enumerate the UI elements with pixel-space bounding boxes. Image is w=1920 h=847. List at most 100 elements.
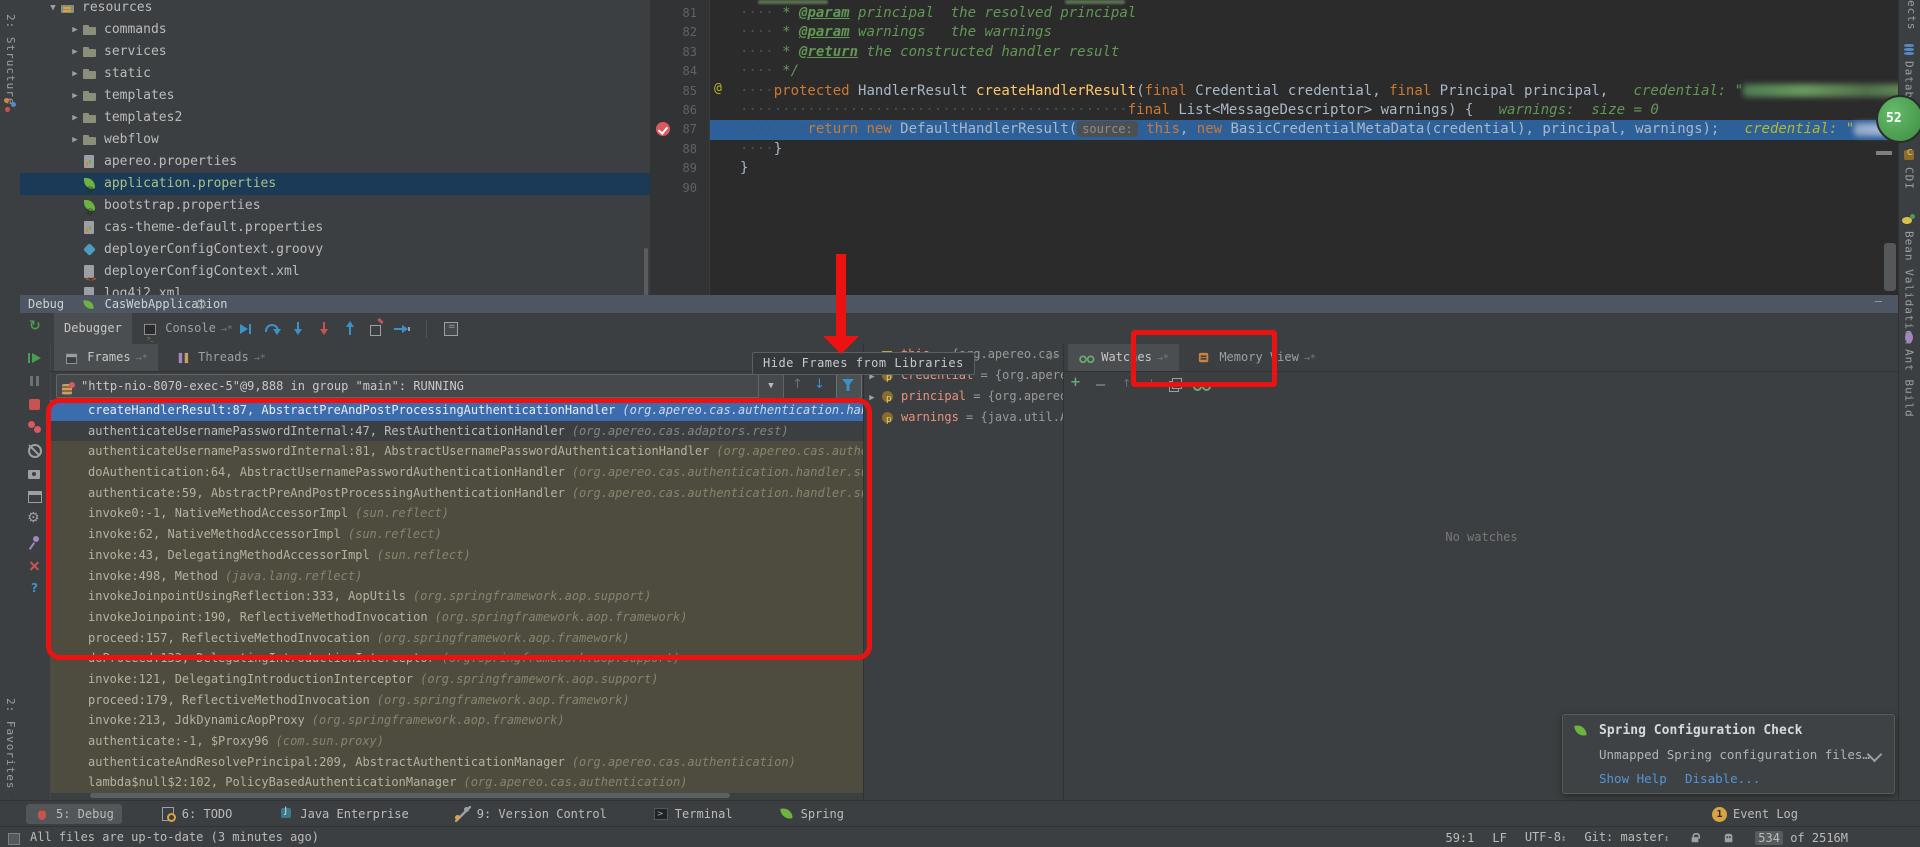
tree-scrollbar[interactable] [644, 248, 648, 296]
tree-expand-icon[interactable]: ▶ [68, 41, 82, 63]
tree-item-webflow[interactable]: ▶webflow [20, 129, 650, 151]
tab-threads[interactable]: Threads [165, 344, 276, 371]
toolwindow-button-5-debug[interactable]: 5: Debug [26, 804, 122, 824]
hector-icon[interactable] [1722, 831, 1736, 845]
view-breakpoints-icon[interactable] [27, 420, 43, 436]
step-into-icon[interactable] [290, 321, 306, 337]
git-branch[interactable]: Git: master↕ [1584, 827, 1669, 847]
show-help-link[interactable]: Show Help [1599, 771, 1667, 786]
tree-expand-icon[interactable]: ▶ [68, 107, 82, 129]
structure-toolwindow-button[interactable]: 2: Structure [4, 14, 17, 105]
step-over-icon[interactable] [264, 321, 280, 337]
frame-row[interactable]: invokeJoinpointUsingReflection:333, AopU… [50, 586, 863, 607]
run-to-cursor-icon[interactable] [394, 321, 410, 337]
toolwindow-toggle-icon[interactable] [6, 831, 22, 847]
variable-row-warnings[interactable]: warnings = {java.util.A [864, 407, 1064, 428]
frame-row[interactable]: invoke:43, DelegatingMethodAccessorImpl(… [50, 545, 863, 566]
duplicate-icon[interactable] [1168, 377, 1184, 393]
toolwindow-button-9-version-control[interactable]: 9: Version Control [447, 804, 615, 824]
variable-row-principal[interactable]: ▶principal = {org.apereo [864, 386, 1064, 407]
tree-item-bootstrap.properties[interactable]: bootstrap.properties [20, 195, 650, 217]
drop-frame-icon[interactable] [368, 321, 384, 337]
project-tree[interactable]: ▼resources▶commands▶services▶static▶temp… [20, 0, 650, 295]
add-watch-icon[interactable] [1068, 377, 1084, 393]
close-icon[interactable] [27, 558, 43, 574]
tree-item-apereo.properties[interactable]: apereo.properties [20, 151, 650, 173]
settings-icon[interactable] [27, 512, 43, 528]
lock-icon[interactable] [1688, 831, 1702, 845]
previous-frame-icon[interactable]: ↑ [792, 377, 803, 392]
tree-item-application.properties[interactable]: application.properties [20, 173, 650, 195]
tree-expand-icon[interactable]: ▶ [68, 85, 82, 107]
frames-horizontal-scrollbar[interactable] [90, 793, 730, 798]
rerun-icon[interactable] [28, 320, 44, 336]
hide-panel-icon[interactable]: — [1875, 292, 1882, 310]
tree-item-deployerConfigContext.groovy[interactable]: deployerConfigContext.groovy [20, 239, 650, 261]
remove-watch-icon[interactable] [1093, 377, 1109, 393]
tree-item-services[interactable]: ▶services [20, 41, 650, 63]
tree-item-templates2[interactable]: ▶templates2 [20, 107, 650, 129]
help-icon[interactable] [27, 581, 43, 597]
pause-icon[interactable] [27, 374, 43, 390]
code-editor[interactable]: 81828384858687888990 ···· * @param princ… [650, 0, 1898, 295]
disable-link[interactable]: Disable... [1685, 771, 1760, 786]
tree-expand-icon[interactable]: ▶ [68, 129, 82, 151]
tree-expand-icon[interactable]: ▶ [68, 63, 82, 85]
tree-expand-icon[interactable]: ▶ [68, 19, 82, 41]
frame-row[interactable]: invoke:498, Method(java.lang.reflect) [50, 566, 863, 587]
hide-frames-from-libraries-button[interactable] [836, 373, 862, 399]
inspections-badge[interactable]: 52 [1876, 95, 1920, 143]
line-ending[interactable]: LF [1492, 828, 1506, 847]
structure-icon[interactable] [2, 96, 18, 112]
toolwindow-button-spring[interactable]: Spring [771, 804, 852, 824]
tab-watches[interactable]: Watches [1068, 344, 1179, 371]
toolwindow-button-java-enterprise[interactable]: Java Enterprise [270, 804, 416, 824]
tab-debugger[interactable]: Debugger [54, 313, 132, 344]
show-execution-point-icon[interactable] [238, 321, 254, 337]
thread-dump-icon[interactable] [27, 466, 43, 482]
tree-item-log4j2.xml[interactable]: log4j2.xml [20, 283, 650, 295]
resume-icon[interactable] [27, 351, 43, 367]
thread-selector[interactable]: "http-nio-8070-exec-5"@9,888 in group "m… [56, 374, 760, 398]
clipped-toolwindow-label[interactable]: ects [1905, 0, 1918, 31]
frame-row[interactable]: createHandlerResult:87, AbstractPreAndPo… [50, 400, 863, 421]
next-frame-icon[interactable]: ↓ [814, 377, 825, 392]
event-log-button[interactable]: 1 Event Log [1712, 801, 1798, 827]
toolwindow-button-ant-build[interactable]: Ant Build [1901, 330, 1917, 418]
frame-row[interactable]: authenticateUsernamePasswordInternal:81,… [50, 441, 863, 462]
tab-memory-view[interactable]: Memory View [1186, 344, 1326, 371]
frame-row[interactable]: proceed:157, ReflectiveMethodInvocation(… [50, 628, 863, 649]
step-out-icon[interactable] [342, 321, 358, 337]
frame-row[interactable]: doProceed:133, DelegatingIntroductionInt… [50, 648, 863, 669]
variables-pin-icon[interactable] [1041, 350, 1058, 364]
breakpoint-icon[interactable] [656, 122, 670, 136]
mute-breakpoints-icon[interactable] [27, 443, 43, 459]
favorites-toolwindow-button[interactable]: 2: Favorites [4, 698, 17, 789]
thread-selector-dropdown-button[interactable]: ▼ [758, 374, 784, 400]
variables-panel[interactable]: ▶this = {org.apereo.cas.a▶credential = {… [863, 344, 1064, 800]
tab-frames[interactable]: Frames [54, 344, 158, 371]
pin-icon[interactable] [27, 535, 43, 551]
editor-code-area[interactable]: ···· * @param principal the resolved pri… [710, 0, 1898, 295]
editor-gutter[interactable]: 81828384858687888990 [650, 0, 710, 295]
frame-row[interactable]: lambda$null$2:102, PolicyBasedAuthentica… [50, 772, 863, 793]
watches-icon[interactable] [1193, 377, 1209, 393]
encoding[interactable]: UTF-8↕ [1525, 827, 1567, 847]
toolwindow-button-cdi[interactable]: CDI [1901, 148, 1917, 190]
move-down-icon[interactable] [1143, 377, 1159, 393]
toolwindow-button-6-todo[interactable]: 6: TODO [152, 804, 241, 824]
tree-item-deployerConfigContext.xml[interactable]: deployerConfigContext.xml [20, 261, 650, 283]
memory-indicator[interactable]: 534 of 2516M [1755, 828, 1848, 847]
toolwindow-button-bean-validation[interactable]: Bean Validation [1901, 212, 1917, 345]
frame-row[interactable]: authenticate:-1, $Proxy96(com.sun.proxy) [50, 731, 863, 752]
frame-row[interactable]: proceed:179, ReflectiveMethodInvocation(… [50, 690, 863, 711]
force-step-into-icon[interactable] [316, 321, 332, 337]
tree-item-resources[interactable]: ▼resources [20, 0, 650, 19]
frame-row[interactable]: doAuthentication:64, AbstractUsernamePas… [50, 462, 863, 483]
stop-icon[interactable] [27, 397, 43, 413]
frame-row[interactable]: invoke0:-1, NativeMethodAccessorImpl(sun… [50, 503, 863, 524]
frame-row[interactable]: invoke:213, JdkDynamicAopProxy(org.sprin… [50, 710, 863, 731]
tree-item-templates[interactable]: ▶templates [20, 85, 650, 107]
tree-item-commands[interactable]: ▶commands [20, 19, 650, 41]
frame-row[interactable]: invokeJoinpoint:190, ReflectiveMethodInv… [50, 607, 863, 628]
